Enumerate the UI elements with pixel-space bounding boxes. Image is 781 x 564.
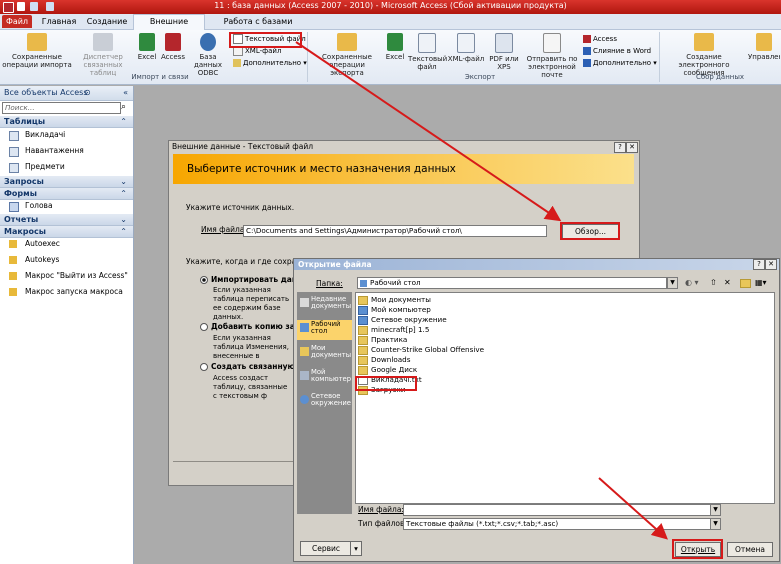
annotation-arrows <box>295 41 668 540</box>
arrow-to-browse <box>295 41 562 222</box>
arrow-to-open <box>598 477 668 540</box>
